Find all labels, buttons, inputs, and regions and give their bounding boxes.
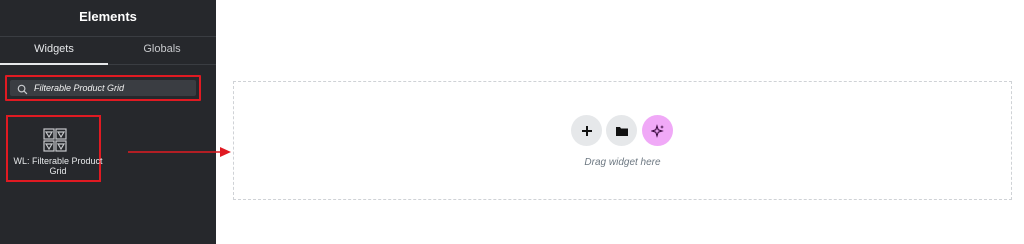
widget-label: WL: Filterable Product Grid [13, 156, 103, 176]
plus-icon [581, 125, 592, 136]
drop-zone[interactable]: Drag widget here [233, 81, 1012, 200]
search-highlight-box: Filterable Product Grid [5, 75, 201, 101]
search-icon [17, 84, 28, 95]
folder-icon [615, 126, 628, 136]
widget-filterable-product-grid[interactable]: WL: Filterable Product Grid [6, 115, 103, 182]
add-template-button[interactable] [606, 115, 637, 146]
drag-arrow-icon [128, 147, 231, 157]
grid-widget-icon [43, 128, 67, 152]
elements-panel: Elements Widgets Globals Filterable Prod… [0, 0, 216, 244]
search-value: Filterable Product Grid [34, 83, 125, 93]
ai-generate-button[interactable] [642, 115, 673, 146]
tab-widgets[interactable]: Widgets [0, 37, 108, 65]
panel-tabs: Widgets Globals [0, 36, 216, 65]
ai-sparkle-icon [650, 123, 664, 138]
panel-title: Elements [79, 9, 137, 24]
add-section-button[interactable] [571, 115, 602, 146]
drop-zone-text: Drag widget here [584, 157, 661, 168]
tab-globals[interactable]: Globals [108, 37, 216, 64]
search-input[interactable]: Filterable Product Grid [10, 80, 196, 96]
